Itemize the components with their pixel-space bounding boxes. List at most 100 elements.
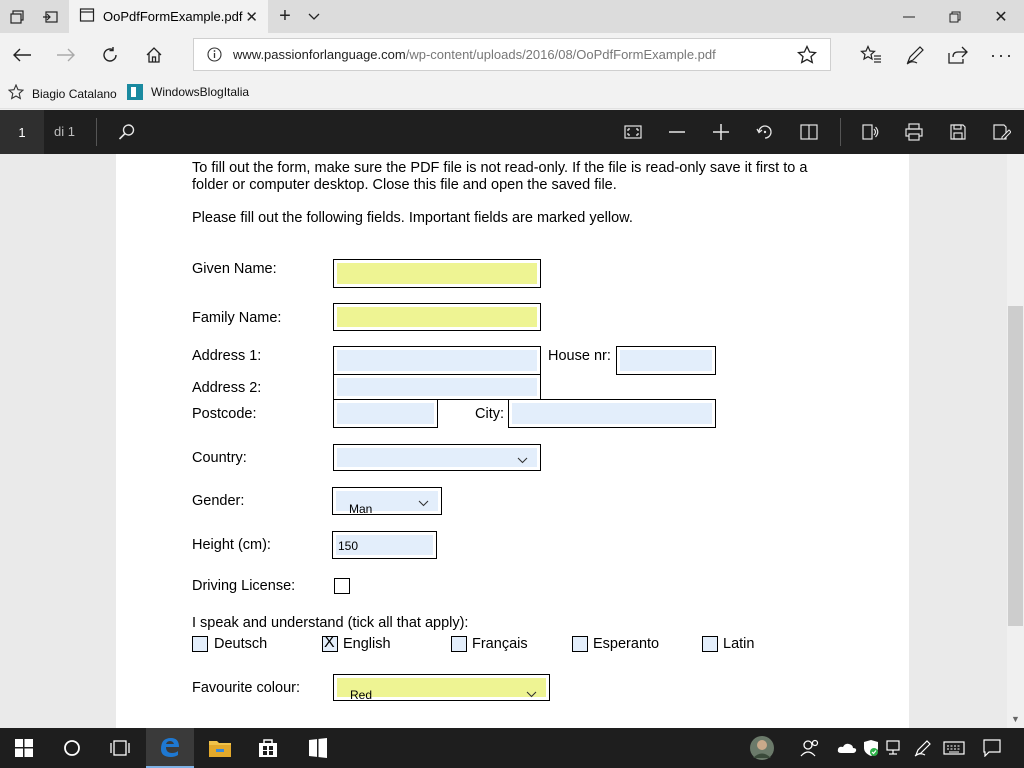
tab-manager-icon[interactable] bbox=[0, 0, 33, 33]
francais-checkbox[interactable] bbox=[451, 636, 467, 652]
more-options-icon[interactable]: ··· bbox=[980, 33, 1024, 77]
pen-notes-icon[interactable] bbox=[893, 33, 937, 77]
fit-page-icon[interactable] bbox=[611, 110, 655, 154]
cortana-search-icon[interactable] bbox=[48, 728, 96, 768]
navigation-bar: www.passionforlanguage.com/wp-content/up… bbox=[0, 33, 1024, 77]
site-favicon-icon bbox=[127, 84, 143, 100]
city-field[interactable] bbox=[508, 399, 716, 428]
url-domain: www.passionforlanguage.com bbox=[233, 47, 406, 62]
zoom-in-icon[interactable] bbox=[699, 110, 743, 154]
minimize-icon[interactable] bbox=[886, 0, 932, 33]
info-icon[interactable] bbox=[207, 47, 222, 65]
close-tab-icon[interactable]: ✕ bbox=[245, 8, 258, 26]
deutsch-checkbox[interactable] bbox=[192, 636, 208, 652]
scroll-down-arrow-icon[interactable]: ▼ bbox=[1008, 712, 1023, 726]
close-window-icon[interactable]: ✕ bbox=[978, 0, 1024, 33]
country-label: Country: bbox=[192, 450, 247, 466]
store-icon[interactable] bbox=[244, 728, 292, 768]
page-icon bbox=[79, 7, 95, 26]
gender-value: Man bbox=[349, 502, 373, 516]
read-aloud-icon[interactable] bbox=[848, 110, 892, 154]
latin-checkbox[interactable] bbox=[702, 636, 718, 652]
favorite-label: WindowsBlogItalia bbox=[151, 85, 250, 99]
pen-workspace-icon[interactable] bbox=[910, 728, 936, 768]
network-icon[interactable] bbox=[882, 728, 908, 768]
page-number-input[interactable]: 1 bbox=[0, 110, 44, 154]
pdf-viewer: To fill out the form, make sure the PDF … bbox=[0, 154, 1024, 728]
intro-text-line-1: To fill out the form, make sure the PDF … bbox=[192, 160, 808, 176]
chevron-down-icon bbox=[526, 689, 537, 701]
task-view-icon[interactable] bbox=[96, 728, 144, 768]
refresh-icon[interactable] bbox=[88, 33, 132, 77]
favorites-bar: Biagio Catalano WindowsBlogItalia bbox=[0, 77, 1024, 109]
english-checkbox[interactable]: X bbox=[322, 634, 338, 652]
house-nr-label: House nr: bbox=[548, 348, 611, 364]
favorite-windowsblogitalia[interactable]: WindowsBlogItalia bbox=[127, 84, 249, 100]
start-windows-icon[interactable] bbox=[0, 728, 48, 768]
print-icon[interactable] bbox=[892, 110, 936, 154]
checkmark: X bbox=[324, 634, 335, 651]
postcode-field[interactable] bbox=[333, 399, 438, 428]
address1-field[interactable] bbox=[333, 346, 541, 375]
given-name-field[interactable] bbox=[333, 259, 541, 288]
app-tile-icon[interactable] bbox=[294, 728, 342, 768]
forward-arrow-icon[interactable] bbox=[44, 33, 88, 77]
home-icon[interactable] bbox=[132, 33, 176, 77]
back-arrow-icon[interactable] bbox=[0, 33, 44, 77]
francais-label: Français bbox=[472, 636, 528, 652]
deutsch-label: Deutsch bbox=[214, 636, 268, 652]
pdf-page: To fill out the form, make sure the PDF … bbox=[116, 154, 909, 728]
driving-license-checkbox[interactable] bbox=[334, 578, 350, 594]
star-outline-icon bbox=[7, 83, 25, 103]
touch-keyboard-icon[interactable] bbox=[938, 728, 970, 768]
chevron-down-icon[interactable] bbox=[300, 0, 328, 33]
chevron-down-icon bbox=[418, 498, 429, 510]
address2-label: Address 2: bbox=[192, 380, 262, 396]
save-icon[interactable] bbox=[936, 110, 980, 154]
title-bar: OoPdfFormExample.pdf ✕ + ✕ bbox=[0, 0, 1024, 33]
esperanto-checkbox[interactable] bbox=[572, 636, 588, 652]
latin-label: Latin bbox=[723, 636, 755, 652]
url-text: www.passionforlanguage.com/wp-content/up… bbox=[233, 47, 716, 62]
address1-label: Address 1: bbox=[192, 348, 262, 364]
favourite-colour-label: Favourite colour: bbox=[192, 680, 300, 696]
zoom-out-icon[interactable] bbox=[655, 110, 699, 154]
address2-field[interactable] bbox=[333, 374, 541, 400]
new-tab-icon[interactable]: + bbox=[270, 0, 300, 33]
user-avatar[interactable] bbox=[740, 728, 784, 768]
height-value: 150 bbox=[338, 539, 359, 553]
favorite-biagio-catalano[interactable]: Biagio Catalano bbox=[7, 83, 117, 103]
favorites-hub-icon[interactable] bbox=[849, 33, 893, 77]
security-shield-icon[interactable] bbox=[858, 728, 884, 768]
share-icon[interactable] bbox=[936, 33, 980, 77]
restore-icon[interactable] bbox=[932, 0, 978, 33]
languages-label: I speak and understand (tick all that ap… bbox=[192, 615, 469, 631]
search-icon[interactable] bbox=[105, 110, 149, 154]
country-dropdown[interactable] bbox=[333, 444, 541, 471]
favourite-colour-dropdown[interactable]: Red bbox=[333, 674, 550, 702]
action-center-icon[interactable] bbox=[972, 728, 1012, 768]
english-label: English bbox=[343, 636, 391, 652]
family-name-label: Family Name: bbox=[192, 310, 282, 326]
esperanto-label: Esperanto bbox=[593, 636, 660, 652]
scrollbar-thumb[interactable] bbox=[1008, 306, 1023, 626]
set-aside-tabs-icon[interactable] bbox=[33, 0, 66, 33]
taskbar bbox=[0, 728, 1024, 768]
edge-browser-icon[interactable] bbox=[146, 728, 194, 768]
height-field[interactable]: 150 bbox=[332, 531, 437, 559]
favorite-label: Biagio Catalano bbox=[32, 86, 117, 101]
family-name-field[interactable] bbox=[333, 303, 541, 331]
address-bar[interactable]: www.passionforlanguage.com/wp-content/up… bbox=[193, 38, 831, 71]
favorite-star-icon[interactable] bbox=[796, 44, 818, 68]
gender-dropdown[interactable]: Man bbox=[332, 487, 442, 516]
toolbar-divider bbox=[96, 118, 97, 146]
house-nr-field[interactable] bbox=[616, 346, 716, 375]
file-explorer-icon[interactable] bbox=[196, 728, 244, 768]
given-name-label: Given Name: bbox=[192, 261, 277, 277]
intro-text-line-3: Please fill out the following fields. Im… bbox=[192, 210, 633, 226]
page-layout-icon[interactable] bbox=[787, 110, 831, 154]
people-icon[interactable] bbox=[788, 728, 832, 768]
save-as-icon[interactable] bbox=[980, 110, 1024, 154]
rotate-icon[interactable] bbox=[743, 110, 787, 154]
tab-active[interactable]: OoPdfFormExample.pdf ✕ bbox=[69, 0, 268, 33]
